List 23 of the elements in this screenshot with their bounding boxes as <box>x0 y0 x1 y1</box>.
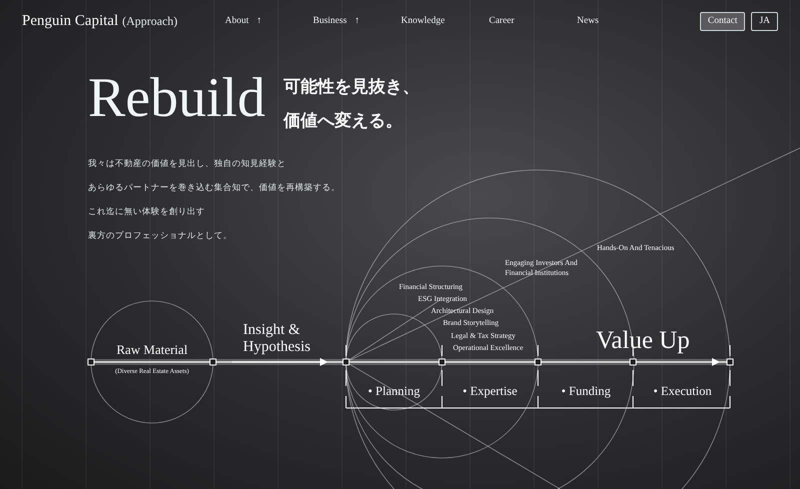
phase-label: • Planning <box>367 383 421 399</box>
tagline: 可能性を見抜き、 <box>283 76 420 98</box>
language-button[interactable]: JA <box>751 12 778 30</box>
logo-subtitle: (Approach) <box>122 12 178 30</box>
body-text: 裏方のプロフェッショナルとして。 <box>88 230 233 240</box>
phase-label: • Funding <box>560 383 612 399</box>
body-text: あらゆるパートナーを巻き込む集合知で、価値を再構築する。 <box>88 182 341 192</box>
phase-label: • Expertise <box>462 383 518 399</box>
body-text: これ迄に無い体験を創り出す <box>88 206 206 216</box>
contact-button[interactable]: Contact <box>700 12 746 30</box>
nav-link[interactable]: News <box>577 14 665 28</box>
nav-link[interactable]: Knowledge <box>401 14 489 28</box>
tagline: 価値へ変える。 <box>283 110 404 132</box>
hero-title: Rebuild <box>88 70 266 126</box>
nav-link[interactable]: Career <box>489 14 577 28</box>
nav-link[interactable]: About ↑ <box>225 14 313 28</box>
raw-material-label: Raw Material <box>115 341 189 359</box>
insight-label: Insight & Hypothesis <box>243 322 312 356</box>
nav-link[interactable]: Business ↑ <box>313 14 401 28</box>
phase-label: • Execution <box>652 383 713 399</box>
value-up-label: Value Up <box>596 326 690 356</box>
body-text: 我々は不動産の価値を見出し、独自の知見経験と <box>88 158 287 168</box>
logo[interactable]: Penguin Capital <box>22 10 118 32</box>
